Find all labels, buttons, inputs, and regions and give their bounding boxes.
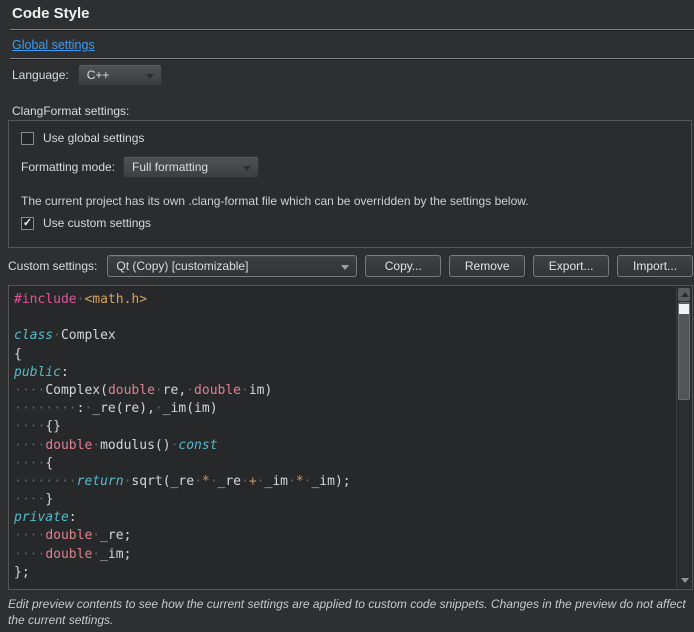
title-separator (10, 29, 694, 30)
editor-scrollbar[interactable] (676, 287, 691, 588)
code-line: ····{} (14, 418, 676, 436)
formatting-mode-select-value: Full formatting (132, 160, 208, 174)
chevron-down-icon (341, 265, 349, 270)
use-global-settings-row: Use global settings (21, 131, 144, 145)
code-style-settings-page: Code Style Global settings Language: C++… (0, 0, 694, 632)
code-line: ····Complex(double·re,·double·im) (14, 382, 676, 400)
page-title: Code Style (12, 5, 90, 22)
custom-settings-row: Custom settings: Qt (Copy) [customizable… (8, 255, 693, 277)
code-line: private: (14, 509, 676, 527)
code-line: class·Complex (14, 327, 676, 345)
code-line: ····} (14, 491, 676, 509)
link-separator (10, 58, 694, 59)
language-select-value: C++ (87, 68, 110, 82)
formatting-mode-select[interactable]: Full formatting (123, 156, 259, 178)
code-line (14, 309, 676, 327)
language-row: Language: C++ (12, 64, 162, 86)
code-line: ········:·_re(re),·_im(im) (14, 400, 676, 418)
import-button[interactable]: Import... (617, 255, 693, 277)
chevron-down-icon (146, 74, 154, 79)
code-line: }; (14, 564, 676, 582)
code-line: public: (14, 364, 676, 382)
cursor-position-marker (679, 304, 689, 314)
code-lines: #include·<math.h> class·Complex{public:·… (9, 287, 676, 588)
export-button[interactable]: Export... (533, 255, 609, 277)
formatting-mode-label: Formatting mode: (21, 160, 115, 174)
clangformat-settings-label: ClangFormat settings: (12, 104, 129, 118)
clangformat-groupbox: Use global settings Formatting mode: Ful… (8, 120, 692, 248)
custom-settings-select[interactable]: Qt (Copy) [customizable] (107, 255, 357, 277)
code-line: ····double·modulus()·const (14, 437, 676, 455)
use-global-settings-checkbox[interactable] (21, 132, 34, 145)
chevron-down-icon (243, 166, 251, 171)
code-line: ····{ (14, 455, 676, 473)
language-label: Language: (12, 68, 69, 82)
use-global-settings-label: Use global settings (43, 131, 144, 145)
code-line: #include·<math.h> (14, 291, 676, 309)
code-line: { (14, 346, 676, 364)
scrollbar-thumb[interactable] (678, 302, 690, 400)
scroll-up-icon[interactable] (678, 288, 690, 301)
use-custom-settings-row: ✓ Use custom settings (21, 216, 151, 230)
scroll-down-icon[interactable] (678, 574, 690, 587)
preview-footnote: Edit preview contents to see how the cur… (8, 597, 686, 629)
code-line: ········return·sqrt(_re·*·_re·+·_im·*·_i… (14, 473, 676, 491)
code-line: ····double·_im; (14, 546, 676, 564)
code-preview-editor[interactable]: #include·<math.h> class·Complex{public:·… (8, 285, 693, 590)
custom-settings-select-value: Qt (Copy) [customizable] (116, 259, 248, 273)
language-select[interactable]: C++ (78, 64, 162, 86)
formatting-mode-row: Formatting mode: Full formatting (21, 156, 259, 178)
global-settings-link[interactable]: Global settings (12, 38, 95, 52)
remove-button[interactable]: Remove (449, 255, 525, 277)
copy-button[interactable]: Copy... (365, 255, 441, 277)
use-custom-settings-checkbox[interactable]: ✓ (21, 217, 34, 230)
custom-settings-label: Custom settings: (8, 259, 97, 273)
code-line: ····double·_re; (14, 527, 676, 545)
clang-format-file-note: The current project has its own .clang-f… (21, 194, 529, 208)
use-custom-settings-label: Use custom settings (43, 216, 151, 230)
